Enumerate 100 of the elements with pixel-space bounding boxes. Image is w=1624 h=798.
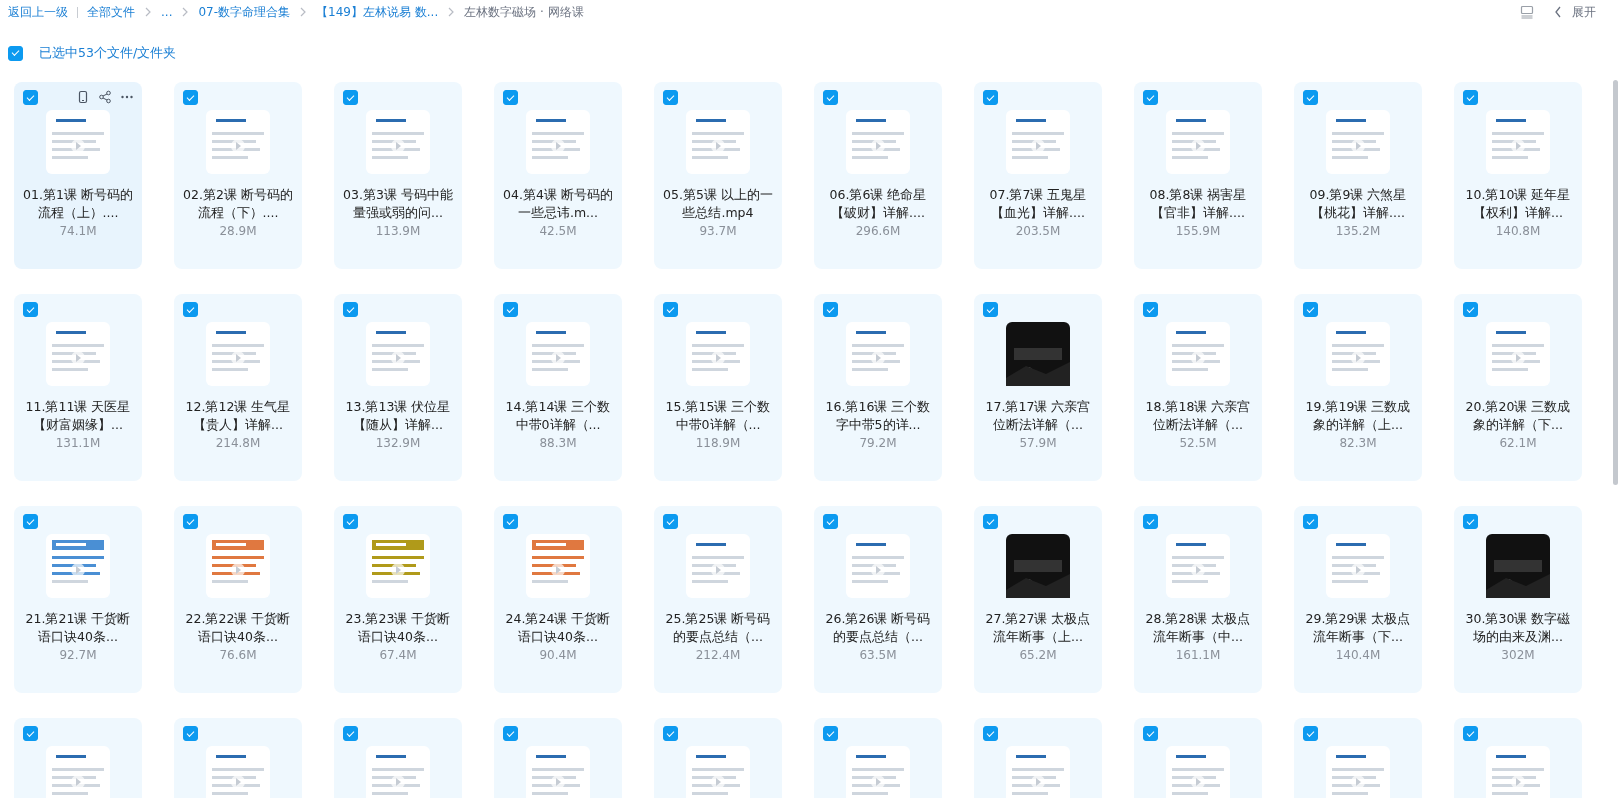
file-checkbox[interactable] <box>503 514 518 529</box>
file-checkbox[interactable] <box>983 726 998 741</box>
file-checkbox[interactable] <box>1303 726 1318 741</box>
file-checkbox[interactable] <box>823 726 838 741</box>
file-card[interactable]: 11.第11课 天医星【财富姻缘】... 131.1M <box>14 294 142 481</box>
file-checkbox[interactable] <box>1463 302 1478 317</box>
file-checkbox[interactable] <box>1143 302 1158 317</box>
file-checkbox[interactable] <box>1143 726 1158 741</box>
file-card[interactable]: 03.第3课 号码中能量强或弱的问... 113.9M <box>334 82 462 269</box>
file-size: 212.4M <box>695 648 741 662</box>
file-checkbox[interactable] <box>1303 90 1318 105</box>
selection-count: 已选中53个文件/文件夹 <box>39 44 177 62</box>
file-checkbox[interactable] <box>343 302 358 317</box>
file-checkbox[interactable] <box>1463 90 1478 105</box>
file-size: 67.4M <box>379 648 417 662</box>
file-card[interactable]: 13.第13课 伏位星【随从】详解... 132.9M <box>334 294 462 481</box>
file-checkbox[interactable] <box>1303 514 1318 529</box>
file-card[interactable]: 30.第30课 数字磁场的由来及渊... 302M <box>1454 506 1582 693</box>
file-card[interactable]: 23.第23课 干货断语口诀40条... 67.4M <box>334 506 462 693</box>
file-card[interactable]: 25.第25课 断号码的要点总结（... 212.4M <box>654 506 782 693</box>
file-checkbox[interactable] <box>1463 726 1478 741</box>
file-card[interactable]: 02.第2课 断号码的流程（下）.... 28.9M <box>174 82 302 269</box>
select-all-checkbox[interactable] <box>8 45 23 61</box>
file-checkbox[interactable] <box>23 302 38 317</box>
file-card[interactable]: 19.第19课 三数成象的详解（上... 82.3M <box>1294 294 1422 481</box>
chevron-right-icon <box>144 7 152 17</box>
file-size: 90.4M <box>539 648 577 662</box>
file-size: 63.5M <box>859 648 897 662</box>
file-card[interactable]: 16.第16课 三个数字中带5的详... 79.2M <box>814 294 942 481</box>
file-checkbox[interactable] <box>983 302 998 317</box>
file-checkbox[interactable] <box>663 726 678 741</box>
file-checkbox[interactable] <box>983 514 998 529</box>
file-card[interactable]: 17.第17课 六亲宫位断法详解（... 57.9M <box>974 294 1102 481</box>
file-size: 28.9M <box>219 224 257 238</box>
file-card[interactable]: 20.第20课 三数成象的详解（下... 62.1M <box>1454 294 1582 481</box>
file-card[interactable]: 21.第21课 干货断语口诀40条... 92.7M <box>14 506 142 693</box>
file-card[interactable]: 14.第14课 三个数中带0详解（... 88.3M <box>494 294 622 481</box>
file-size: 113.9M <box>375 224 421 238</box>
file-name: 13.第13课 伏位星【随从】详解... <box>344 398 452 434</box>
expand-button[interactable]: 展开 <box>1554 3 1596 21</box>
file-checkbox[interactable] <box>823 514 838 529</box>
file-card[interactable]: 08.第8课 祸害星【官非】详解.... 155.9M <box>1134 82 1262 269</box>
file-card[interactable]: 05.第5课 以上的一些总结.mp4 93.7M <box>654 82 782 269</box>
file-card[interactable]: 18.第18课 六亲宫位断法详解（... 52.5M <box>1134 294 1262 481</box>
file-name: 29.第29课 太极点流年断事（下... <box>1304 610 1412 646</box>
file-checkbox[interactable] <box>503 90 518 105</box>
file-card[interactable]: 24.第24课 干货断语口诀40条... 90.4M <box>494 506 622 693</box>
file-checkbox[interactable] <box>823 90 838 105</box>
file-card[interactable]: 09.第9课 六煞星【桃花】详解.... 135.2M <box>1294 82 1422 269</box>
file-checkbox[interactable] <box>503 302 518 317</box>
file-card[interactable]: 01.第1课 断号码的流程（上）.... 74.1M <box>14 82 142 269</box>
file-checkbox[interactable] <box>183 90 198 105</box>
breadcrumb-link[interactable]: 【149】左林说易 数... <box>316 3 439 21</box>
phone-icon[interactable] <box>76 90 90 104</box>
scrollbar[interactable] <box>1613 80 1618 485</box>
file-card[interactable]: 29.第29课 太极点流年断事（下... 140.4M <box>1294 506 1422 693</box>
breadcrumb-link[interactable]: 全部文件 <box>87 3 135 21</box>
file-card[interactable]: 26.第26课 断号码的要点总结（... 63.5M <box>814 506 942 693</box>
file-size: 79.2M <box>859 436 897 450</box>
file-checkbox[interactable] <box>183 726 198 741</box>
chevron-right-icon <box>299 7 308 17</box>
file-name: 20.第20课 三数成象的详解（下... <box>1464 398 1572 434</box>
chevron-right-icon <box>447 7 456 17</box>
share-icon[interactable] <box>98 90 112 104</box>
file-card[interactable]: 15.第15课 三个数中带0详解（... 118.9M <box>654 294 782 481</box>
file-size: 93.7M <box>699 224 737 238</box>
file-checkbox[interactable] <box>183 514 198 529</box>
file-checkbox[interactable] <box>1463 514 1478 529</box>
file-checkbox[interactable] <box>663 514 678 529</box>
breadcrumb-link[interactable]: 左林数字磁场 · 网络课 <box>464 3 584 21</box>
file-card[interactable]: 27.第27课 太极点流年断事（上... 65.2M <box>974 506 1102 693</box>
file-checkbox[interactable] <box>23 514 38 529</box>
file-checkbox[interactable] <box>23 726 38 741</box>
file-card[interactable]: 04.第4课 断号码的一些忌讳.m... 42.5M <box>494 82 622 269</box>
back-link[interactable]: 返回上一级 <box>8 3 68 21</box>
file-name: 23.第23课 干货断语口诀40条... <box>344 610 452 646</box>
file-checkbox[interactable] <box>663 302 678 317</box>
file-checkbox[interactable] <box>343 514 358 529</box>
file-checkbox[interactable] <box>1143 514 1158 529</box>
file-checkbox[interactable] <box>663 90 678 105</box>
breadcrumb-link[interactable]: ... <box>161 5 173 19</box>
file-card[interactable]: 10.第10课 延年星【权利】详解... 140.8M <box>1454 82 1582 269</box>
file-checkbox[interactable] <box>23 90 38 105</box>
file-card[interactable]: 22.第22课 干货断语口诀40条... 76.6M <box>174 506 302 693</box>
file-checkbox[interactable] <box>1143 90 1158 105</box>
file-size: 88.3M <box>539 436 577 450</box>
file-checkbox[interactable] <box>183 302 198 317</box>
file-checkbox[interactable] <box>983 90 998 105</box>
file-card[interactable]: 28.第28课 太极点流年断事（中... 161.1M <box>1134 506 1262 693</box>
file-checkbox[interactable] <box>343 90 358 105</box>
file-card[interactable]: 12.第12课 生气星【贵人】详解... 214.8M <box>174 294 302 481</box>
layout-icon[interactable] <box>1520 5 1534 19</box>
file-checkbox[interactable] <box>1303 302 1318 317</box>
file-checkbox[interactable] <box>503 726 518 741</box>
file-size: 161.1M <box>1175 648 1221 662</box>
file-card[interactable]: 06.第6课 绝命星【破财】详解.... 296.6M <box>814 82 942 269</box>
file-card[interactable]: 07.第7课 五鬼星【血光】详解.... 203.5M <box>974 82 1102 269</box>
file-checkbox[interactable] <box>343 726 358 741</box>
file-checkbox[interactable] <box>823 302 838 317</box>
breadcrumb-link[interactable]: 07-数字命理合集 <box>198 3 291 21</box>
